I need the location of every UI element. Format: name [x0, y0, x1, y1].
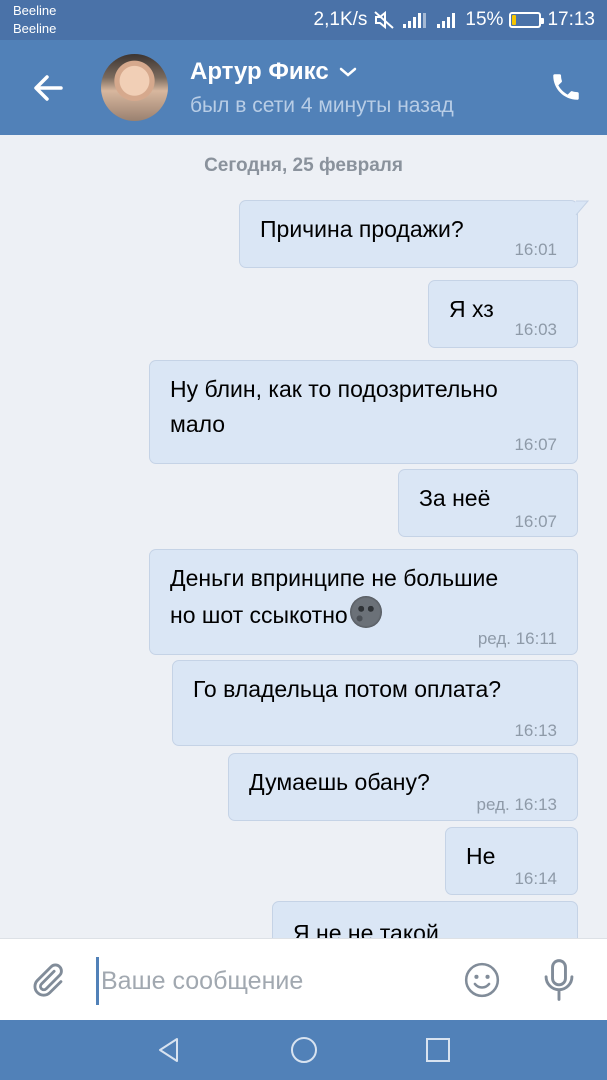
message-time: 16:14 — [514, 869, 557, 888]
message-time: ред. 16:11 — [477, 629, 557, 648]
message-line: Ну блин, как то подозрительно — [170, 376, 498, 402]
message-bubble[interactable]: Ну блин, как то подозрительно мало 16:07 — [149, 360, 578, 464]
message-list[interactable]: Сегодня, 25 февраля Причина продажи? 16:… — [0, 135, 607, 938]
message-text: Думаешь обану? — [249, 769, 430, 795]
avatar[interactable] — [101, 54, 168, 121]
new-moon-face-emoji — [349, 596, 382, 628]
battery-percent: 15% — [465, 9, 504, 30]
message-time: 16:01 — [514, 240, 557, 259]
phone-icon[interactable] — [549, 70, 583, 104]
message-line: мало — [170, 411, 226, 437]
message-bubble[interactable]: Я не не такой — [272, 901, 578, 938]
contact-name[interactable]: Артур Фикс — [190, 58, 357, 86]
battery-icon — [509, 12, 545, 28]
system-nav-bar — [0, 1020, 607, 1080]
nav-home-icon[interactable] — [289, 1035, 319, 1065]
net-speed: 2,1K/s — [313, 9, 368, 30]
back-arrow-icon[interactable] — [28, 68, 68, 108]
paperclip-icon[interactable] — [28, 961, 66, 999]
message-bubble[interactable]: За неё 16:07 — [398, 469, 578, 537]
contact-name-label: Артур Фикс — [190, 58, 329, 85]
message-text: За неё — [419, 485, 491, 511]
chevron-down-icon — [339, 67, 356, 77]
signal-icon — [403, 13, 427, 28]
message-bubble[interactable]: Я хз 16:03 — [428, 280, 578, 348]
status-indicators: 2,1K/s 15% 17:13 — [314, 0, 595, 40]
message-bubble[interactable]: Деньги впринципе не большие но шот ссыко… — [149, 549, 578, 655]
message-time: 16:07 — [514, 512, 557, 531]
mute-icon — [374, 10, 395, 30]
contact-status: был в сети 4 минуты назад — [190, 94, 454, 117]
clock: 17:13 — [547, 9, 595, 30]
composer-bar — [0, 938, 607, 1021]
message-text: Деньги впринципе не большие но шот ссыко… — [170, 561, 498, 633]
message-time: 16:13 — [514, 721, 557, 740]
message-text: Не — [466, 843, 496, 869]
nav-back-icon[interactable] — [155, 1036, 183, 1064]
message-input[interactable] — [96, 957, 443, 1005]
bubble-tail — [575, 200, 589, 216]
chat-header: Артур Фикс был в сети 4 минуты назад — [0, 40, 607, 135]
carrier-label-1: Beeline — [13, 3, 57, 18]
message-bubble[interactable]: Причина продажи? 16:01 — [239, 200, 589, 268]
message-time: 16:03 — [514, 320, 557, 339]
status-bar: Beeline Beeline 2,1K/s 15% 17:13 — [0, 0, 607, 40]
message-line: Деньги впринципе не большие — [170, 565, 499, 591]
message-text: Я хз — [449, 296, 494, 322]
message-bubble[interactable]: Не 16:14 — [445, 827, 578, 895]
emoji-icon[interactable] — [463, 961, 501, 999]
signal-icon — [437, 13, 456, 28]
nav-recent-icon[interactable] — [424, 1036, 452, 1064]
message-bubble[interactable]: Думаешь обану? ред. 16:13 — [228, 753, 578, 821]
message-line-text: но шот ссыкотно — [170, 602, 348, 628]
message-time: 16:07 — [514, 435, 557, 454]
message-text: Я не не такой — [293, 920, 439, 938]
message-text: Го владельца потом оплата? — [193, 676, 502, 702]
microphone-icon[interactable] — [542, 959, 576, 1001]
carrier-label-2: Beeline — [13, 21, 57, 36]
message-line: но шот ссыкотно — [170, 596, 498, 633]
message-text: Причина продажи? — [260, 216, 464, 242]
message-bubble[interactable]: Го владельца потом оплата? 16:13 — [172, 660, 578, 746]
date-separator: Сегодня, 25 февраля — [204, 155, 403, 176]
message-time: ред. 16:13 — [476, 795, 557, 814]
message-text: Ну блин, как то подозрительно мало — [170, 372, 498, 442]
